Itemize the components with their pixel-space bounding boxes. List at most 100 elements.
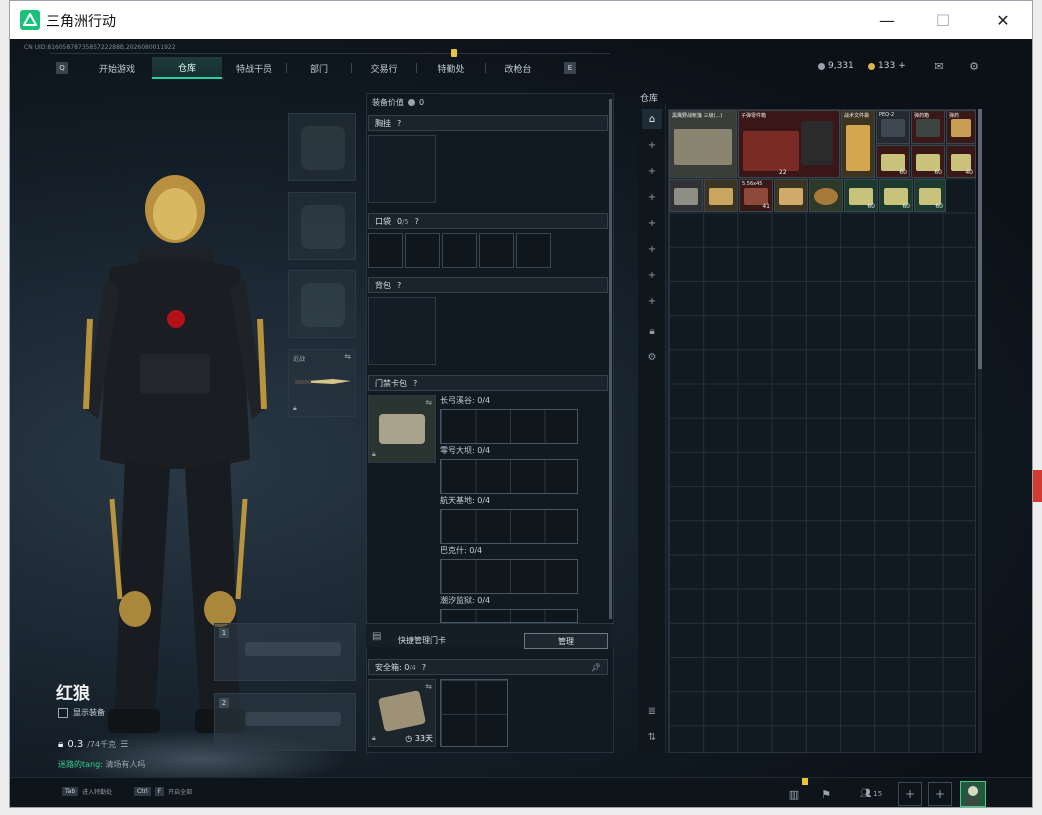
keycard-grid[interactable] xyxy=(440,559,578,594)
game-window: 三角洲行动 — ☐ ✕ CN UID:8160587873585722288B,… xyxy=(9,0,1033,808)
armor-slot[interactable] xyxy=(288,192,356,260)
warehouse-item[interactable]: 战术文件袋 xyxy=(841,110,875,178)
friends-button[interactable]: 👥︎ 15 xyxy=(854,784,888,804)
warehouse-item[interactable]: 60 xyxy=(914,179,946,212)
keycard-grid[interactable] xyxy=(440,459,578,494)
lock-icon[interactable]: 🔒︎ xyxy=(642,321,662,341)
add-tab-icon[interactable]: + xyxy=(642,187,662,207)
tab-special-services[interactable]: 特勤处 xyxy=(417,49,485,79)
add-tab-icon[interactable]: + xyxy=(642,135,662,155)
add-teammate-button[interactable]: + xyxy=(898,782,922,806)
settings-gear-icon[interactable]: ⚙ xyxy=(967,60,981,73)
chat-sender: 迷路的tang: xyxy=(58,760,103,769)
special-services-hint[interactable]: Tab 进入特勤处 xyxy=(62,787,112,796)
safebox-grid[interactable] xyxy=(440,679,508,747)
tab-department[interactable]: 部门 xyxy=(287,57,351,79)
game-viewport: CN UID:8160587873585722288B,202608001192… xyxy=(10,39,1032,807)
lock-icon: 🔒︎ xyxy=(372,450,376,458)
help-icon[interactable]: ? xyxy=(415,217,419,226)
add-tab-icon[interactable]: + xyxy=(642,291,662,311)
secondary-weapon-slot[interactable]: 2 xyxy=(214,693,356,751)
list-icon[interactable]: ☰ xyxy=(120,740,128,750)
warehouse-item[interactable] xyxy=(774,179,808,212)
tab-start-game[interactable]: 开始游戏 xyxy=(82,57,152,79)
loadout-scrollbar[interactable] xyxy=(609,99,612,619)
tab-operators[interactable]: 特战干员 xyxy=(222,57,286,79)
weapon-slot-number: 1 xyxy=(219,628,229,638)
lock-icon: 🔒︎ xyxy=(372,734,376,742)
keycard-grid[interactable] xyxy=(440,609,578,623)
pocket-cell[interactable] xyxy=(516,233,551,268)
melee-slot[interactable]: 近战 ⇋ 🔒︎ xyxy=(288,349,356,417)
show-equipment-toggle[interactable]: 显示装备 xyxy=(58,707,105,718)
warehouse-scrollbar[interactable] xyxy=(978,109,982,753)
sort-icon[interactable]: ⇅ xyxy=(642,727,662,747)
coin-icon xyxy=(408,99,415,106)
help-icon[interactable]: ? xyxy=(397,281,401,290)
warehouse-item[interactable]: 60 xyxy=(844,179,878,212)
tab-warehouse[interactable]: 仓库 xyxy=(152,57,222,79)
help-icon[interactable]: ? xyxy=(397,119,401,128)
warehouse-item[interactable] xyxy=(669,179,703,212)
keycard-grid[interactable] xyxy=(440,509,578,544)
warehouse-item[interactable] xyxy=(704,179,738,212)
backpack-slot[interactable] xyxy=(368,297,436,365)
warehouse-item[interactable]: PEQ-2 xyxy=(876,110,910,144)
safebox-slot[interactable]: ⇋ 🔒︎ ◷ 33天 xyxy=(368,679,436,747)
friends-count: 15 xyxy=(873,790,883,798)
warehouse-item[interactable]: 5.56x45 41 xyxy=(739,179,773,212)
pocket-cell[interactable] xyxy=(368,233,403,268)
warehouse-item[interactable]: 60 xyxy=(879,179,913,212)
add-teammate-button[interactable]: + xyxy=(928,782,952,806)
currency-gold[interactable]: 133 + xyxy=(868,61,906,71)
pin-icon[interactable]: 📌︎ xyxy=(591,663,601,672)
pocket-cell[interactable] xyxy=(442,233,477,268)
tab-trading[interactable]: 交易行 xyxy=(352,57,416,79)
keycard-grid[interactable] xyxy=(440,409,578,444)
player-avatar[interactable] xyxy=(960,781,986,807)
pocket-cell[interactable] xyxy=(479,233,514,268)
layers-icon[interactable]: ≣ xyxy=(642,701,662,721)
swap-icon[interactable]: ⇋ xyxy=(425,398,432,407)
add-tab-icon[interactable]: + xyxy=(642,265,662,285)
flag-icon[interactable]: ⚑ xyxy=(816,784,836,804)
add-currency-button[interactable]: + xyxy=(898,61,906,71)
chest-rig-label: 胸挂 xyxy=(375,118,391,128)
primary-weapon-slot[interactable]: 1 xyxy=(214,623,356,681)
warehouse-item[interactable]: 40 xyxy=(946,145,976,178)
help-icon[interactable]: ? xyxy=(422,663,426,672)
close-button[interactable]: ✕ xyxy=(980,1,1026,39)
stats-chart-icon[interactable]: ▥ xyxy=(784,784,804,804)
nav-next-key[interactable]: E xyxy=(564,62,576,74)
warehouse-item[interactable] xyxy=(809,179,843,212)
add-tab-icon[interactable]: + xyxy=(642,239,662,259)
helmet-slot[interactable] xyxy=(288,113,356,181)
warehouse-item[interactable]: 黑鹰野战帐篷 三级(...) xyxy=(669,110,737,178)
manage-button[interactable]: 管理 xyxy=(524,633,608,649)
warehouse-item[interactable]: 弹药 xyxy=(946,110,976,144)
pistol-slot[interactable] xyxy=(288,270,356,338)
warehouse-item[interactable]: 60 xyxy=(876,145,910,178)
add-tab-icon[interactable]: + xyxy=(642,161,662,181)
nav-prev-key[interactable]: Q xyxy=(56,62,68,74)
mail-icon[interactable]: ✉ xyxy=(932,60,946,73)
help-icon[interactable]: ? xyxy=(413,379,417,388)
keycard-case-slot[interactable]: ⇋ 🔒︎ xyxy=(368,395,436,463)
open-all-hint[interactable]: Ctrl F 开启全部 xyxy=(134,787,192,796)
maximize-button[interactable]: ☐ xyxy=(920,1,966,39)
tab-gunsmith[interactable]: 改枪台 xyxy=(486,57,550,79)
minimize-button[interactable]: — xyxy=(864,1,910,39)
show-equipment-checkbox[interactable] xyxy=(58,707,68,718)
warehouse-item[interactable]: 子弹零件箱 22 xyxy=(738,110,840,178)
pocket-cell[interactable] xyxy=(405,233,440,268)
warehouse-item[interactable]: 弹药箱 xyxy=(911,110,945,144)
warehouse-item[interactable]: 60 xyxy=(911,145,945,178)
warehouse-main-tab-icon[interactable]: ⌂ xyxy=(642,109,662,129)
swap-icon[interactable]: ⇋ xyxy=(425,682,432,691)
swap-icon[interactable]: ⇋ xyxy=(344,352,351,361)
chest-rig-slot[interactable] xyxy=(368,135,436,203)
add-tab-icon[interactable]: + xyxy=(642,213,662,233)
settings-gear-icon[interactable]: ⚙ xyxy=(642,347,662,367)
equip-value-number: 0 xyxy=(419,98,425,107)
operator-name: 红狼 xyxy=(56,684,90,704)
